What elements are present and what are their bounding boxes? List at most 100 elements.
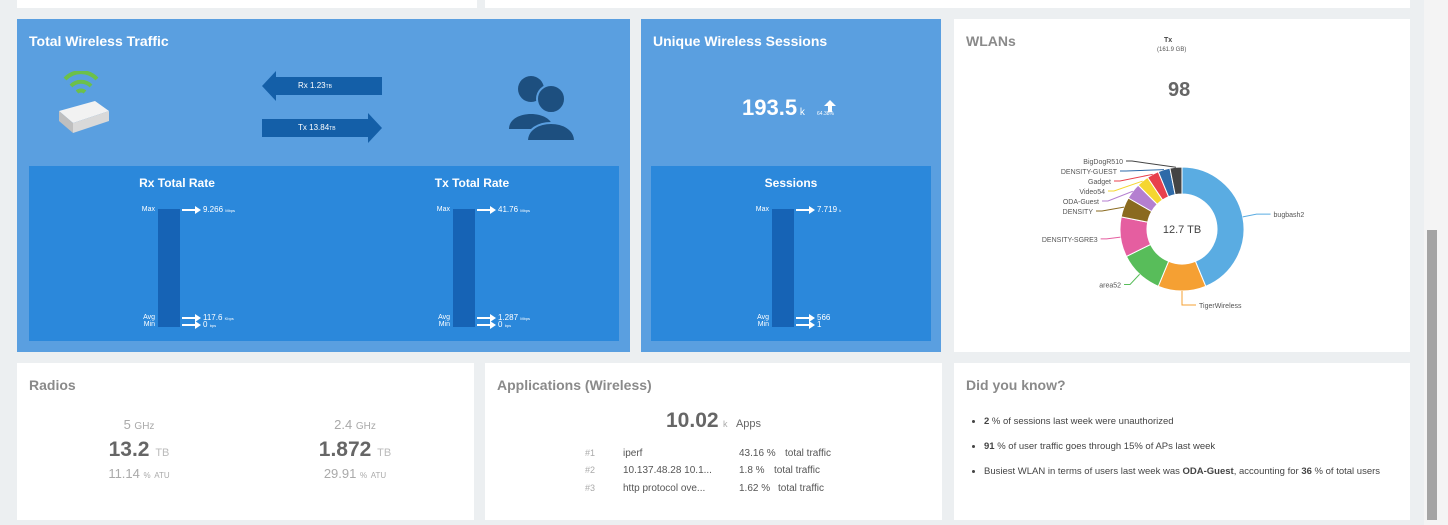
arrow-right-icon [490, 206, 496, 214]
did-you-know-item: Busiest WLAN in terms of users last week… [984, 465, 1404, 478]
wlans-panel: WLANs Tx (161.9 GB) 98 bugbash2 TigerWire… [954, 19, 1410, 352]
tx-rate-bar [453, 209, 475, 327]
arrow-right-icon [195, 206, 201, 214]
donut-label: TigerWireless [1199, 303, 1242, 310]
sessions-trend: 64.38% [817, 111, 834, 117]
tx-max-arrow [477, 209, 491, 211]
users-icon [507, 71, 577, 143]
rx-min-value: 0 bps [203, 320, 217, 329]
applications-panel: Applications (Wireless) 10.02 k Apps #1 … [485, 363, 942, 520]
rx-rate-title: Rx Total Rate [139, 176, 215, 190]
tx-min-label: Min [438, 321, 450, 328]
donut-center-label: 12.7 TB [1163, 224, 1201, 236]
arrow-up-icon [824, 99, 836, 112]
sessions-avg-arrow [796, 317, 810, 319]
app-traffic-label: total traffic [774, 465, 820, 476]
donut-label: ODA-Guest [1063, 199, 1099, 206]
radio-atu: 29.91 % ATU [323, 466, 387, 481]
tx-avg-arrow [477, 317, 491, 319]
arrow-right-icon [490, 321, 496, 329]
sessions-rate-title: Sessions [764, 176, 818, 190]
app-name: iperf [623, 448, 643, 459]
rx-unit: TB [325, 84, 332, 90]
app-traffic-label: total traffic [785, 448, 831, 459]
tx-max-value: 41.76 Mbps [498, 205, 531, 214]
sessions-max-label: Max [755, 206, 769, 213]
donut-label: bugbash2 [1274, 212, 1305, 219]
top-strip [17, 0, 477, 8]
rx-value: 1.23 [310, 81, 326, 90]
did-you-know-item: 91 % of user traffic goes through 15% of… [984, 440, 1404, 453]
wlans-donut-chart: bugbash2 TigerWireless area52 DENSITY-SGRE3… [1042, 159, 1305, 310]
panel-title: Total Wireless Traffic [29, 33, 169, 49]
total-wireless-traffic-panel: Total Wireless Traffic Rx 1.23TB Tx 13.8… [17, 19, 630, 352]
app-name: 10.137.48.28 10.1... [623, 465, 712, 476]
rx-rate-bar [158, 209, 180, 327]
tx-min-arrow [477, 324, 491, 326]
radio-traffic: 13.2 TB [108, 438, 170, 461]
tx-rate-title: Tx Total Rate [434, 176, 510, 190]
rx-min-arrow [182, 324, 196, 326]
radio-5ghz: 5 GHz 13.2 TB 11.14 % ATU [69, 417, 209, 481]
top-strip [485, 0, 1410, 8]
arrow-right-icon [195, 321, 201, 329]
app-pct: 1.8 % [739, 465, 765, 476]
tx-unit: TB [329, 126, 336, 132]
rx-avg-arrow [182, 317, 196, 319]
donut-label: DENSITY [1063, 209, 1094, 216]
donut-leader-line [1096, 206, 1125, 212]
donut-leader-line [1124, 273, 1140, 285]
app-rank: #1 [585, 448, 596, 458]
panel-title: Did you know? [966, 377, 1066, 393]
wlans-count: 98 [1168, 79, 1191, 101]
arrow-right-icon [809, 321, 815, 329]
rx-label: Rx [298, 81, 308, 90]
radio-band: 2.4 GHz [334, 417, 376, 432]
donut-leader-line [1100, 236, 1121, 240]
tx-max-label: Max [436, 206, 450, 213]
rx-arrow: Rx 1.23TB [262, 71, 382, 101]
app-pct: 43.16 % [739, 448, 776, 459]
panel-title: WLANs [966, 33, 1016, 49]
app-rank: #2 [585, 465, 596, 475]
sessions-min-arrow [796, 324, 810, 326]
rx-max-value: 9.266 Mbps [203, 205, 236, 214]
tx-arrow: Tx 13.84TB [262, 113, 382, 143]
donut-leader-line [1242, 213, 1271, 218]
tx-label: Tx [298, 123, 307, 132]
access-point-icon [53, 70, 113, 141]
rx-min-label: Min [143, 321, 155, 328]
wlans-metric-label[interactable]: Tx [1164, 37, 1172, 44]
radio-band: 5 GHz [123, 417, 155, 432]
tx-avg-label: Avg [438, 314, 450, 321]
app-rank: #3 [585, 483, 596, 493]
arrow-right-icon [809, 206, 815, 214]
sessions-min-value: 1 [817, 320, 822, 329]
sessions-avg-label: Avg [757, 314, 769, 321]
rx-max-label: Max [141, 206, 155, 213]
panel-title: Unique Wireless Sessions [653, 33, 828, 49]
sessions-area: Sessions Max 7.719 k Avg Min 566 1 [651, 166, 931, 341]
rx-avg-label: Avg [143, 314, 155, 321]
app-pct: 1.62 % [739, 483, 771, 494]
sessions-bar [772, 209, 794, 327]
rx-max-arrow [182, 209, 196, 211]
sessions-total: 193.5 k [742, 95, 805, 120]
scrollbar-thumb[interactable] [1427, 230, 1437, 520]
donut-label: Video54 [1079, 189, 1105, 196]
donut-label: Gadget [1088, 179, 1111, 186]
rate-area: Rx Total Rate Max 9.266 Mbps Avg Min 117… [29, 166, 619, 341]
sessions-min-label: Min [757, 321, 769, 328]
donut-leader-line [1126, 160, 1176, 168]
sessions-max-value: 7.719 k [817, 205, 842, 214]
radio-24ghz: 2.4 GHz 1.872 TB 29.91 % ATU [285, 417, 425, 481]
donut-label: BigDogR510 [1083, 159, 1123, 166]
wlans-metric-sub: (161.9 GB) [1157, 47, 1187, 53]
radio-atu: 11.14 % ATU [108, 466, 170, 481]
panel-title: Applications (Wireless) [497, 377, 652, 393]
panel-title: Radios [29, 377, 76, 393]
tx-value: 13.84 [309, 123, 330, 132]
donut-label: DENSITY-SGRE3 [1042, 237, 1098, 244]
did-you-know-panel: Did you know? 2 % of sessions last week … [954, 363, 1410, 520]
did-you-know-item: 2 % of sessions last week were unauthori… [984, 415, 1404, 428]
